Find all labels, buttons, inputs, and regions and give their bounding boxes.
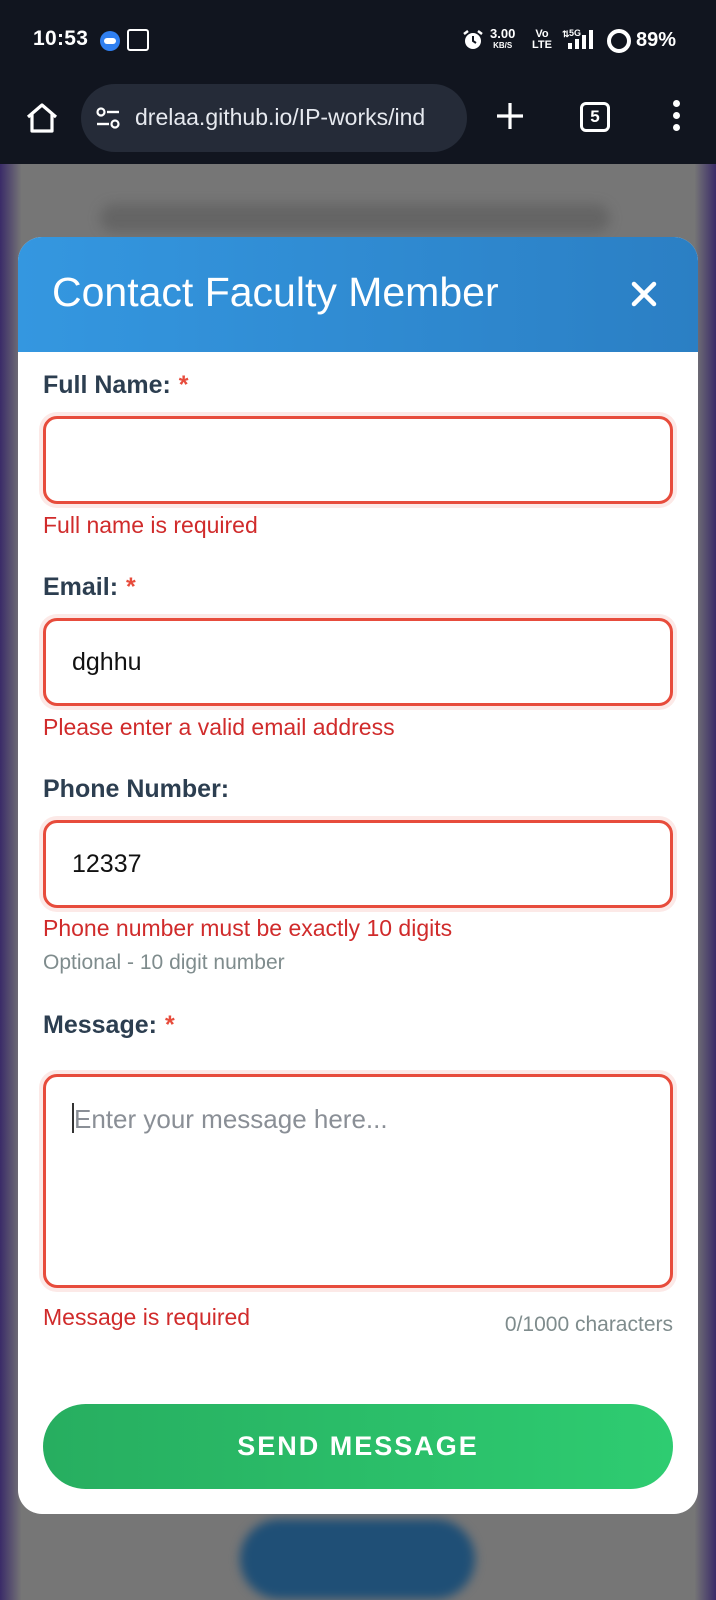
email-label-text: Email: <box>43 573 119 601</box>
calendar-icon <box>127 29 149 51</box>
character-counter: 0/1000 characters <box>504 1313 673 1336</box>
full-name-label: Full Name: * <box>43 371 189 400</box>
battery-percent: 89% <box>636 29 677 51</box>
close-icon[interactable] <box>630 280 658 308</box>
cloud-icon <box>100 31 120 51</box>
full-name-error: Full name is required <box>43 512 258 538</box>
network-type: 5G <box>569 28 581 38</box>
background-button <box>240 1519 475 1599</box>
battery-icon <box>607 29 631 53</box>
required-mark: * <box>178 371 189 399</box>
network-speed-value: 3.00 <box>490 26 516 41</box>
message-label-text: Message: <box>43 1011 157 1039</box>
full-name-input[interactable] <box>43 416 673 504</box>
site-settings-icon[interactable] <box>95 106 121 130</box>
modal-title: Contact Faculty Member <box>52 269 499 315</box>
phone-value: 12337 <box>72 850 142 878</box>
phone-input[interactable]: 12337 <box>43 820 673 908</box>
email-label: Email: * <box>43 573 136 602</box>
phone-label: Phone Number: <box>43 775 229 804</box>
status-bar: 10:53 3.00 KB/S Vo LTE ⇅ 5G 89% <box>0 0 716 80</box>
browser-toolbar: drelaa.github.io/IP-works/ind 5 <box>0 80 716 164</box>
volte-indicator: Vo LTE <box>532 29 552 51</box>
address-bar[interactable]: drelaa.github.io/IP-works/ind <box>81 84 467 152</box>
background-text <box>100 204 610 232</box>
modal-header: Contact Faculty Member <box>18 237 698 352</box>
email-error: Please enter a valid email address <box>43 714 395 740</box>
network-speed-unit: KB/S <box>493 41 513 50</box>
send-message-button[interactable]: SEND MESSAGE <box>43 1404 673 1489</box>
email-value: dghhu <box>72 648 142 676</box>
home-icon[interactable] <box>24 100 60 136</box>
tab-switcher-button[interactable]: 5 <box>580 102 610 132</box>
email-input[interactable]: dghhu <box>43 618 673 706</box>
browser-menu-icon[interactable] <box>666 100 686 134</box>
message-error: Message is required <box>43 1304 251 1330</box>
message-label: Message: * <box>43 1011 175 1040</box>
contact-modal: Contact Faculty Member Full Name: * Full … <box>18 237 698 1514</box>
required-mark: * <box>126 573 136 601</box>
new-tab-icon[interactable] <box>494 100 526 132</box>
phone-error: Phone number must be exactly 10 digits <box>43 915 453 941</box>
message-textarea[interactable]: Enter your message here... <box>43 1074 673 1288</box>
network-speed: 3.00 KB/S <box>490 26 516 52</box>
url-text[interactable]: drelaa.github.io/IP-works/ind <box>135 104 461 131</box>
signal-icon: ⇅ 5G <box>562 28 593 49</box>
message-placeholder: Enter your message here... <box>74 1104 388 1134</box>
required-mark: * <box>164 1011 175 1039</box>
phone-label-text: Phone Number: <box>43 775 230 803</box>
full-name-label-text: Full Name: <box>43 371 171 399</box>
status-time: 10:53 <box>33 27 89 50</box>
alarm-icon <box>463 30 483 49</box>
volte-bottom: LTE <box>532 39 552 51</box>
phone-hint: Optional - 10 digit number <box>43 951 285 974</box>
